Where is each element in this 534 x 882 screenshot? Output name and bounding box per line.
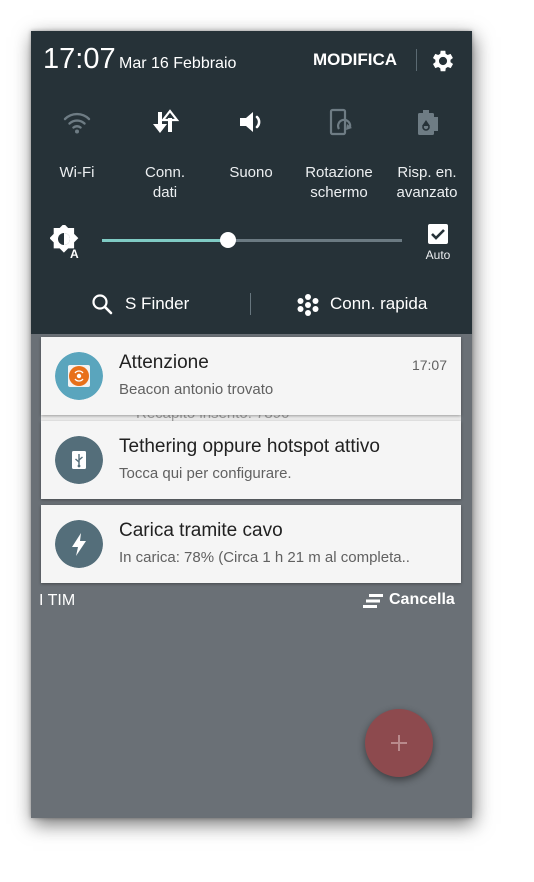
notification-subtitle: Tocca qui per configurare. <box>119 465 292 482</box>
notification-card[interactable]: Attenzione Beacon antonio trovato 17:07 <box>41 337 461 415</box>
brightness-row: A Auto <box>31 223 472 269</box>
notification-subtitle: Beacon antonio trovato <box>119 381 274 398</box>
clock-time: 17:07 <box>43 43 116 75</box>
brightness-slider[interactable] <box>102 232 402 248</box>
toggle-wifi[interactable]: Wi-Fi <box>33 107 121 207</box>
auto-brightness-label: Auto <box>425 248 451 262</box>
toggle-power-saving[interactable]: Risp. en. avanzato <box>383 107 471 207</box>
screen-rotation-icon <box>329 108 352 136</box>
brightness-auto-icon: A <box>50 225 79 259</box>
auto-brightness-checkbox[interactable] <box>427 223 449 245</box>
gear-icon[interactable] <box>429 47 457 75</box>
notification-card[interactable]: Tethering oppure hotspot attivo Tocca qu… <box>41 421 461 499</box>
divider <box>250 293 251 315</box>
svg-text:A: A <box>70 247 79 259</box>
search-icon <box>92 294 113 315</box>
divider <box>416 49 417 71</box>
quick-connect-icon <box>297 294 319 316</box>
toggle-label: Conn. <box>144 164 186 181</box>
notification-title: Attenzione <box>119 352 209 373</box>
power-saving-icon <box>418 110 438 135</box>
clear-label: Cancella <box>389 591 455 608</box>
notification-shade: 17:07 Mar 16 Febbraio MODIFICA Wi-Fi Con… <box>31 31 472 334</box>
toggle-screen-rotation[interactable]: Rotazione schermo <box>295 107 383 207</box>
toggle-label-2: schermo <box>310 184 368 201</box>
quick-settings-toggles: Wi-Fi Conn. dati Suono Rotazione schermo… <box>31 107 472 207</box>
usb-icon <box>55 436 103 484</box>
notification-card[interactable]: Carica tramite cavo In carica: 78% (Circ… <box>41 505 461 583</box>
toggle-label-2: avanzato <box>396 184 458 201</box>
edit-button[interactable]: MODIFICA <box>313 50 397 70</box>
sound-icon <box>240 112 261 132</box>
notification-subtitle: In carica: 78% (Circa 1 h 21 m al comple… <box>119 549 410 566</box>
quick-connect-label: Conn. rapida <box>330 294 428 313</box>
charging-bolt-icon <box>55 520 103 568</box>
brightness-slider-thumb[interactable] <box>220 232 236 248</box>
status-bar: 17:07 Mar 16 Febbraio MODIFICA <box>31 31 472 91</box>
toggle-sound[interactable]: Suono <box>207 107 295 207</box>
notification-title: Tethering oppure hotspot attivo <box>119 436 380 457</box>
notification-time: 17:07 <box>411 357 447 373</box>
toggle-label: Wi-Fi <box>59 164 95 181</box>
phone-screen: 17:07 Mar 16 Febbraio MODIFICA Wi-Fi Con… <box>31 31 472 818</box>
beacon-app-icon <box>55 352 103 400</box>
toggle-mobile-data[interactable]: Conn. dati <box>121 107 209 207</box>
toggle-label: Suono <box>229 164 273 181</box>
toggle-label: Risp. en. <box>397 164 457 181</box>
clock-date: Mar 16 Febbraio <box>119 55 237 72</box>
plus-icon <box>391 735 407 751</box>
s-finder-label: S Finder <box>125 294 190 313</box>
notification-title: Carica tramite cavo <box>119 520 283 541</box>
finder-row: S Finder Conn. rapida <box>31 287 472 321</box>
mobile-data-icon <box>153 109 180 133</box>
clear-all-icon <box>363 594 383 608</box>
toggle-label: Rotazione <box>305 164 373 181</box>
carrier-label: I TIM <box>39 592 76 609</box>
brightness-slider-fill <box>102 239 228 242</box>
add-button[interactable] <box>365 709 433 777</box>
toggle-label-2: dati <box>152 184 178 201</box>
wifi-icon <box>63 112 91 134</box>
